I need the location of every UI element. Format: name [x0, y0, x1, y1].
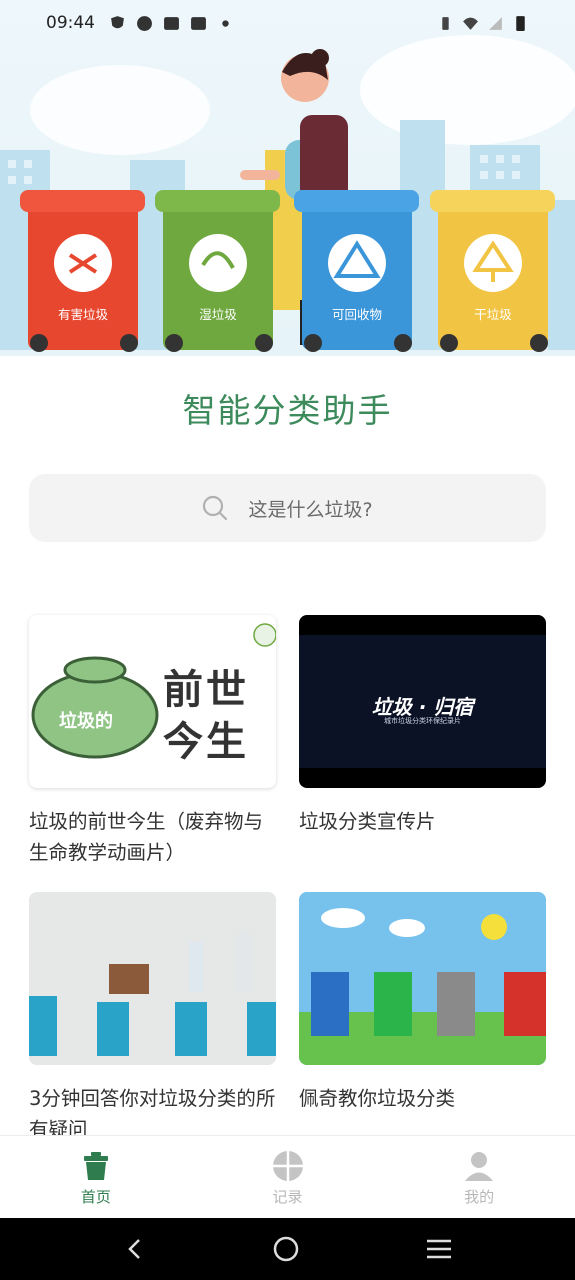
home-screen: 有害垃圾 湿垃圾 可回收物 干垃圾 09:44 智能分类助手 这是什么垃圾? 垃…: [0, 0, 575, 1280]
video-title[interactable]: 佩奇教你垃圾分类: [299, 1083, 546, 1114]
video-card[interactable]: 垃圾的 前世 今生 垃圾的前世今生（废弃物与生命教学动画片）: [29, 615, 276, 868]
status-time: 09:44: [46, 13, 95, 33]
trash-bin-icon: [83, 1152, 108, 1180]
shield-icon: [111, 15, 124, 28]
video-title[interactable]: 垃圾的前世今生（废弃物与生命教学动画片）: [29, 806, 276, 868]
bottom-nav: 首页 记录 我的: [0, 1135, 575, 1218]
compass-icon: [137, 15, 152, 31]
menu-icon[interactable]: [425, 1237, 453, 1261]
hero-illustration: 有害垃圾 湿垃圾 可回收物 干垃圾: [0, 0, 575, 356]
video-thumbnail[interactable]: 垃圾 · 归宿 城市垃圾分类环保纪录片: [299, 615, 546, 788]
video-title[interactable]: 垃圾分类宣传片: [299, 806, 546, 837]
tab-records[interactable]: 记录: [192, 1136, 384, 1218]
tab-home-label: 首页: [80, 1188, 111, 1206]
video-card[interactable]: 垃圾 · 归宿 城市垃圾分类环保纪录片 垃圾分类宣传片: [299, 615, 546, 837]
battery-icon: [516, 15, 525, 31]
dot-icon: [222, 19, 229, 27]
video-thumbnail[interactable]: [299, 892, 546, 1065]
thumb-caption: 今生: [163, 719, 249, 765]
video-thumbnail[interactable]: 垃圾的 前世 今生: [29, 615, 276, 788]
status-bar: 09:44: [0, 0, 575, 46]
home-circle-icon[interactable]: [272, 1235, 300, 1263]
system-navigation-bar: [0, 1218, 575, 1280]
mail-icon: [164, 16, 179, 30]
bin-label-wet: 湿垃圾: [199, 307, 237, 322]
mail-icon: [191, 16, 206, 30]
tab-records-label: 记录: [272, 1188, 303, 1206]
app-title: 智能分类助手: [182, 391, 393, 430]
thumb-caption: 城市垃圾分类环保纪录片: [384, 717, 461, 725]
back-icon[interactable]: [123, 1237, 147, 1261]
thumb-caption: 垃圾的: [59, 711, 113, 732]
video-card[interactable]: 3分钟回答你对垃圾分类的所有疑问: [29, 892, 276, 1145]
search-bar[interactable]: 这是什么垃圾?: [29, 474, 546, 542]
search-icon: [203, 495, 228, 521]
signal-icon: [489, 16, 502, 30]
bin-label-dry: 干垃圾: [474, 307, 512, 322]
video-thumbnail[interactable]: [29, 892, 276, 1065]
grid-circle-icon: [272, 1151, 303, 1181]
search-input[interactable]: 这是什么垃圾?: [248, 495, 372, 522]
tab-profile-label: 我的: [464, 1188, 495, 1206]
bin-label-recyclable: 可回收物: [331, 307, 382, 322]
user-icon: [465, 1152, 494, 1181]
bin-label-hazardous: 有害垃圾: [57, 307, 108, 322]
video-card[interactable]: 佩奇教你垃圾分类: [299, 892, 546, 1114]
vibrate-icon: [442, 16, 449, 30]
tab-profile[interactable]: 我的: [383, 1136, 575, 1218]
tab-home[interactable]: 首页: [0, 1136, 192, 1218]
thumb-caption: 前世: [163, 667, 249, 713]
wifi-icon: [463, 17, 478, 30]
